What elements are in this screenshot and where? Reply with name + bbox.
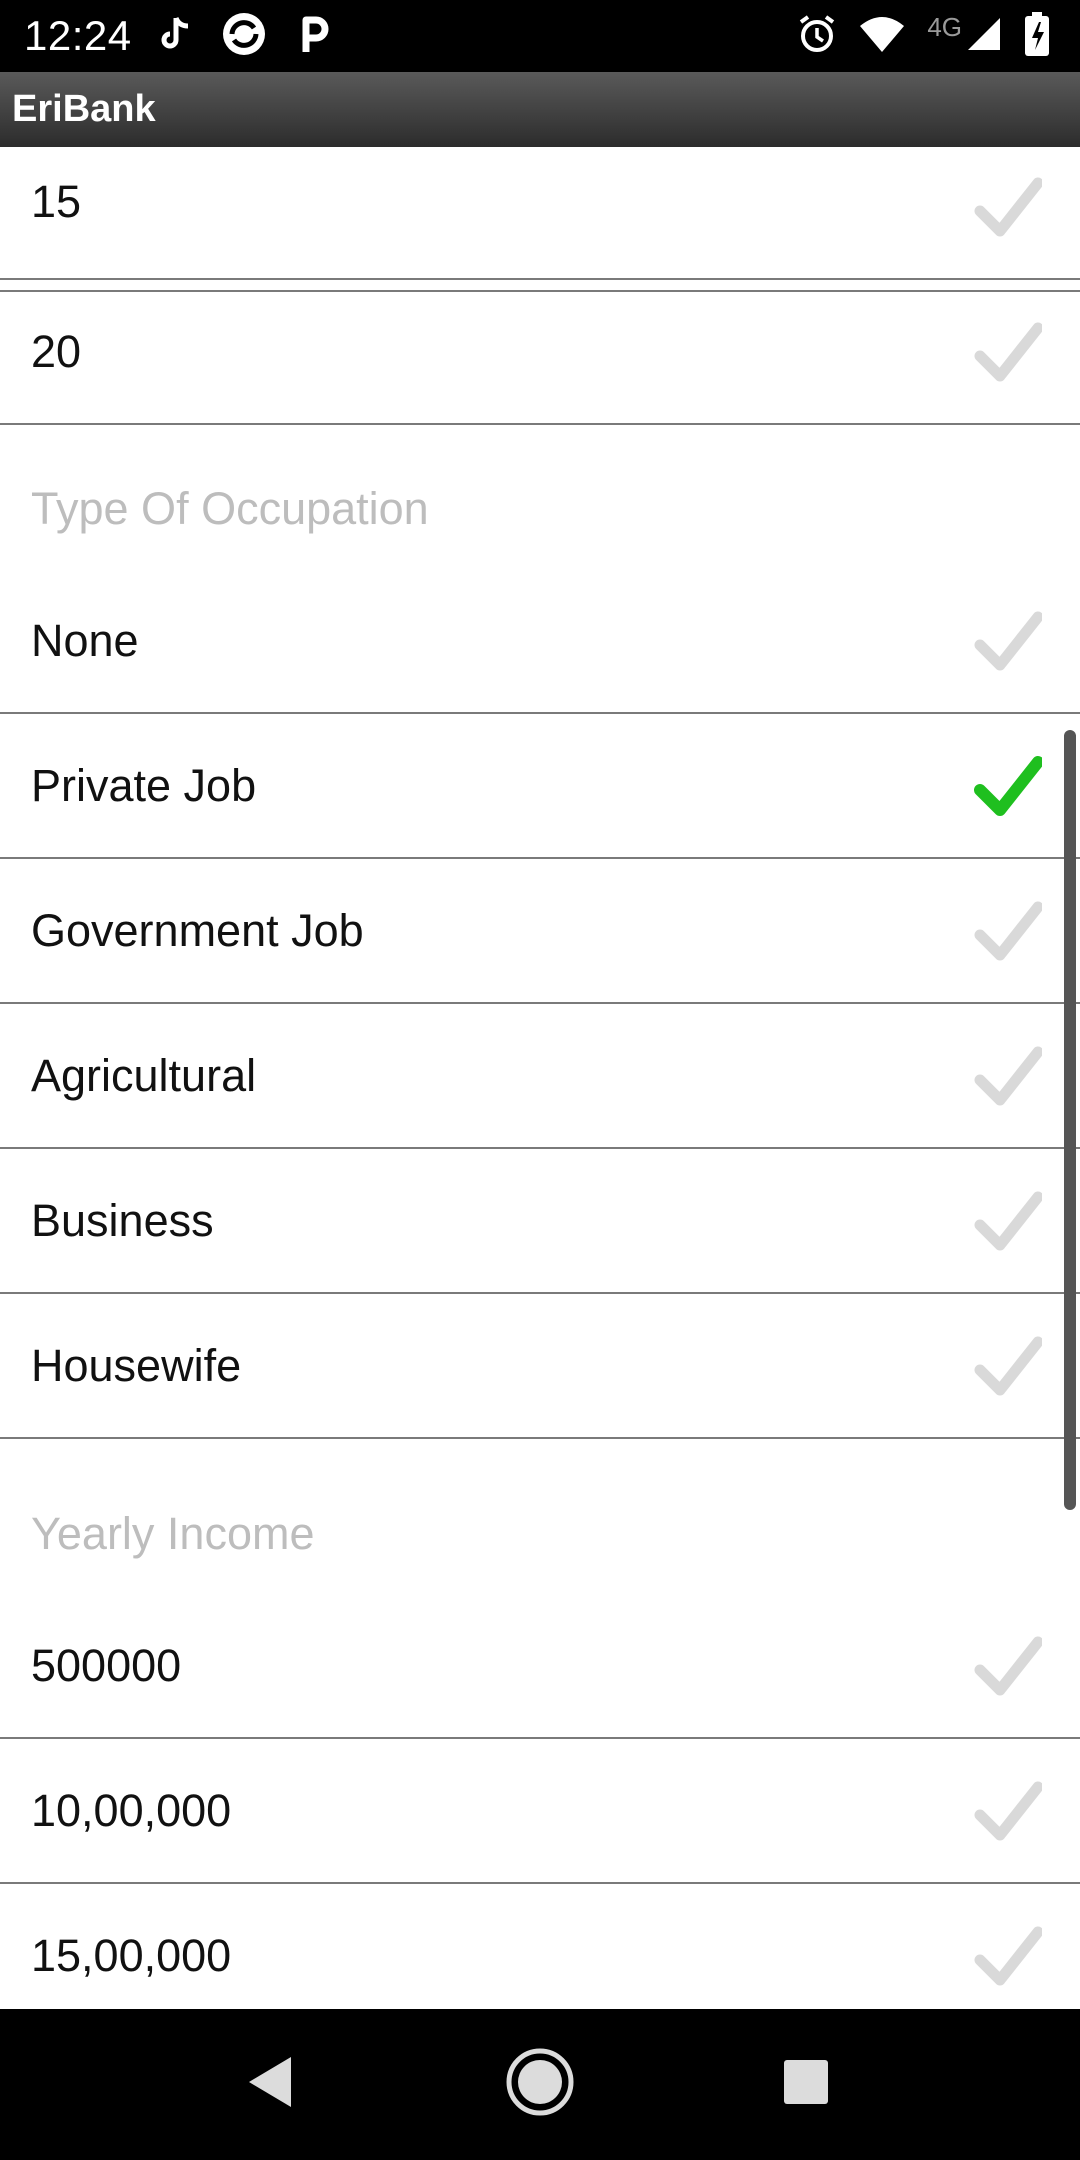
check-icon <box>974 607 1044 675</box>
options-list[interactable]: 15 20 Type Of Occupation None Private Jo… <box>0 147 1080 2009</box>
tiktok-icon <box>160 16 190 57</box>
network-type-label: 4G <box>927 11 962 42</box>
list-item[interactable]: 20 <box>0 280 1080 425</box>
list-item-label: None <box>31 615 139 666</box>
check-icon <box>974 1187 1044 1255</box>
recents-icon <box>782 2058 830 2111</box>
list-item-label: 20 <box>31 326 82 377</box>
sync-icon <box>220 10 268 63</box>
list-item-housewife[interactable]: Housewife <box>0 1294 1080 1439</box>
wifi-icon <box>859 16 905 57</box>
scrollbar[interactable] <box>1064 730 1076 1510</box>
list-item-label: Agricultural <box>31 1050 257 1101</box>
status-system-icons: 4G <box>797 10 1050 62</box>
parking-icon <box>298 14 332 59</box>
list-item-income-500000[interactable]: 500000 <box>0 1594 1080 1739</box>
list-item-agricultural[interactable]: Agricultural <box>0 1004 1080 1149</box>
status-time: 12:24 <box>24 12 132 59</box>
list-item-label: 500000 <box>31 1640 182 1691</box>
list-item-label: 15,00,000 <box>31 1930 232 1981</box>
list-item-income-1500000[interactable]: 15,00,000 <box>0 1884 1080 2009</box>
status-bar: 12:24 4G <box>0 0 1080 72</box>
check-icon <box>974 1332 1044 1400</box>
app-title: EriBank <box>12 88 156 130</box>
alarm-icon <box>797 14 837 59</box>
list-item-business[interactable]: Business <box>0 1149 1080 1294</box>
list-item-label: Government Job <box>31 905 364 956</box>
list-item-divider-fix <box>0 147 1080 280</box>
check-icon <box>974 1042 1044 1110</box>
check-icon <box>974 1777 1044 1845</box>
battery-icon <box>1024 11 1050 61</box>
list-item-label: Housewife <box>31 1340 242 1391</box>
list-item-none[interactable]: None <box>0 569 1080 714</box>
home-icon <box>505 2047 575 2122</box>
signal-icon <box>966 16 1002 57</box>
check-selected-icon <box>974 752 1044 820</box>
navigation-bar <box>0 2009 1080 2160</box>
back-button[interactable] <box>210 2009 330 2160</box>
check-icon <box>974 1632 1044 1700</box>
check-icon <box>974 897 1044 965</box>
list-item-government-job[interactable]: Government Job <box>0 859 1080 1004</box>
list-item-label: 10,00,000 <box>31 1785 232 1836</box>
list-item-private-job[interactable]: Private Job <box>0 714 1080 859</box>
check-icon <box>974 318 1044 386</box>
section-header-income: Yearly Income <box>31 1508 315 1559</box>
list-item-income-1000000[interactable]: 10,00,000 <box>0 1739 1080 1884</box>
check-icon <box>974 1922 1044 1990</box>
list-item-label: Private Job <box>31 760 257 811</box>
app-bar: EriBank <box>0 72 1080 148</box>
back-icon <box>245 2055 295 2114</box>
list-item-label: Business <box>31 1195 214 1246</box>
recents-button[interactable] <box>746 2009 866 2160</box>
section-header-occupation: Type Of Occupation <box>31 483 429 534</box>
status-notification-icons <box>160 10 332 62</box>
home-button[interactable] <box>480 2009 600 2160</box>
